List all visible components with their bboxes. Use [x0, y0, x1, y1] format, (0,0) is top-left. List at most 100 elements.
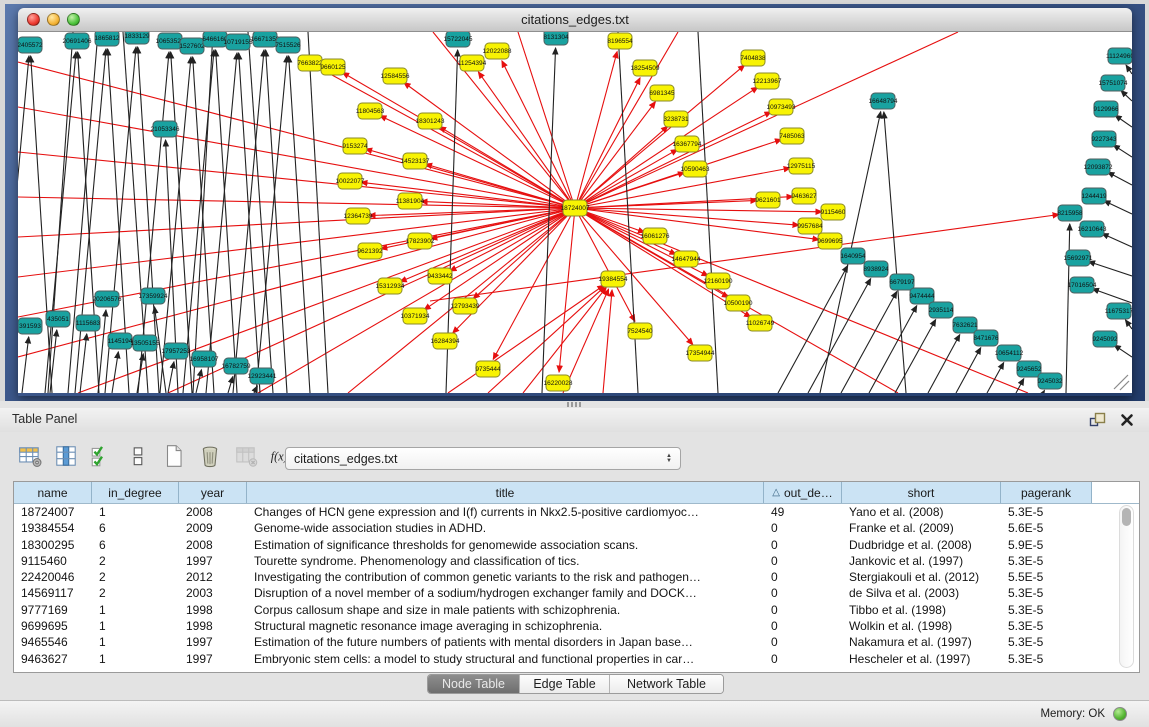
graph-node[interactable]: 17354944: [686, 345, 715, 361]
graph-node[interactable]: 9153274: [342, 138, 368, 154]
graph-node[interactable]: 9245092: [1092, 331, 1118, 347]
graph-node[interactable]: 7663822: [297, 55, 323, 71]
graph-node[interactable]: 12923441: [248, 368, 277, 384]
minimize-window-button[interactable]: [47, 13, 60, 26]
graph-node[interactable]: 1833129: [124, 32, 150, 44]
delete-table-icon[interactable]: [196, 442, 224, 470]
graph-node[interactable]: 12364739: [344, 208, 373, 224]
table-scrollbar-thumb[interactable]: [1122, 508, 1131, 526]
column-header-year[interactable]: year: [179, 482, 247, 503]
graph-node[interactable]: 10654112: [995, 345, 1024, 361]
graph-node[interactable]: 10590463: [681, 161, 710, 177]
graph-node[interactable]: 9115460: [821, 204, 846, 220]
graph-node[interactable]: 13505155: [131, 335, 160, 351]
graph-node[interactable]: 12584556: [381, 68, 410, 84]
graph-node[interactable]: 9463627: [791, 188, 817, 204]
graph-node[interactable]: 11381904: [396, 193, 425, 209]
graph-node[interactable]: 9660125: [320, 59, 346, 75]
graph-node[interactable]: 9227343: [1091, 131, 1117, 147]
graph-node[interactable]: 16367794: [673, 136, 702, 152]
graph-node[interactable]: 21053346: [151, 121, 180, 137]
table-row[interactable]: 946554611997Estimation of the future num…: [14, 634, 1139, 650]
graph-node[interactable]: 9957684: [797, 218, 823, 234]
tab-node-table[interactable]: Node Table: [428, 675, 520, 693]
graph-node[interactable]: 18254509: [631, 60, 660, 76]
graph-node[interactable]: 9245032: [1037, 373, 1063, 389]
graph-node[interactable]: 9129966: [1093, 101, 1119, 117]
graph-node[interactable]: 7515526: [275, 37, 301, 53]
graph-node[interactable]: 15692971: [1064, 250, 1093, 266]
graph-node[interactable]: 2935114: [929, 302, 954, 318]
tab-network-table[interactable]: Network Table: [610, 675, 723, 693]
graph-node[interactable]: 10371934: [401, 308, 430, 324]
table-select-dropdown[interactable]: citations_edges.txt ▲▼: [285, 447, 681, 470]
graph-node[interactable]: 16284394: [431, 333, 460, 349]
graph-node[interactable]: 14523137: [401, 153, 430, 169]
graph-node[interactable]: 8196554: [607, 33, 633, 49]
graph-node[interactable]: 9433442: [427, 268, 453, 284]
column-header-title[interactable]: title: [247, 482, 764, 503]
graph-node[interactable]: 7404838: [740, 50, 766, 66]
show-hide-column-icon[interactable]: [52, 442, 80, 470]
graph-node[interactable]: 8471676: [973, 330, 999, 346]
graph-node[interactable]: 1115683: [76, 315, 101, 331]
graph-node[interactable]: 15751074: [1099, 75, 1128, 91]
graph-node[interactable]: 1145194: [108, 333, 133, 349]
table-row[interactable]: 969969511998Structural magnetic resonanc…: [14, 618, 1139, 634]
graph-node[interactable]: 18724007: [561, 200, 590, 216]
panel-divider[interactable]: [0, 401, 1149, 408]
row-height-icon[interactable]: [124, 442, 152, 470]
graph-node[interactable]: 16210643: [1078, 221, 1107, 237]
memory-ok-indicator[interactable]: [1113, 707, 1127, 721]
graph-node[interactable]: 2405572: [18, 37, 43, 53]
graph-node[interactable]: 9735444: [475, 361, 501, 377]
create-new-table-icon[interactable]: [160, 442, 188, 470]
graph-node[interactable]: 10500190: [724, 295, 753, 311]
graph-node[interactable]: 391593: [18, 318, 42, 334]
graph-node[interactable]: 11124960: [1106, 48, 1132, 64]
graph-node[interactable]: 11675317: [1105, 303, 1132, 319]
graph-node[interactable]: 17359924: [139, 288, 168, 304]
graph-node[interactable]: 435051: [46, 311, 70, 327]
graph-node[interactable]: 7524540: [627, 323, 653, 339]
table-row[interactable]: 1872400712008Changes of HCN gene express…: [14, 504, 1139, 520]
zoom-window-button[interactable]: [67, 13, 80, 26]
column-header-name[interactable]: name: [14, 482, 92, 503]
graph-node[interactable]: 1244419: [1081, 188, 1107, 204]
graph-node[interactable]: 1865812: [94, 32, 120, 46]
table-options-icon[interactable]: [16, 442, 44, 470]
close-panel-icon[interactable]: [1119, 412, 1135, 428]
graph-node[interactable]: 12793439: [451, 298, 480, 314]
divider-grip-icon[interactable]: [567, 402, 581, 407]
graph-node[interactable]: 9621601: [755, 192, 781, 208]
column-header-out_degree[interactable]: △out_de…: [764, 482, 842, 503]
table-row[interactable]: 946362711997Embryonic stem cells: a mode…: [14, 651, 1139, 667]
graph-node[interactable]: 3238731: [663, 111, 689, 127]
graph-node[interactable]: 14647944: [672, 251, 701, 267]
graph-node[interactable]: 16648794: [869, 93, 898, 109]
float-panel-icon[interactable]: [1089, 412, 1107, 428]
graph-node[interactable]: 16782759: [222, 358, 251, 374]
column-header-pagerank[interactable]: pagerank: [1001, 482, 1092, 503]
graph-node[interactable]: 9474444: [909, 288, 935, 304]
select-columns-icon[interactable]: [88, 442, 116, 470]
graph-node[interactable]: 9621392: [357, 243, 383, 259]
graph-node[interactable]: 15722045: [444, 32, 473, 47]
graph-node[interactable]: 8938924: [863, 261, 889, 277]
close-window-button[interactable]: [27, 13, 40, 26]
graph-node[interactable]: 7632621: [952, 317, 978, 333]
graph-node[interactable]: 12160190: [704, 273, 733, 289]
graph-node[interactable]: 16061276: [641, 228, 670, 244]
graph-node[interactable]: 12975115: [787, 158, 816, 174]
graph-node[interactable]: 11026749: [746, 315, 775, 331]
canvas-resize-grip[interactable]: [1114, 375, 1129, 390]
table-row[interactable]: 2242004622012Investigating the contribut…: [14, 569, 1139, 585]
graph-node[interactable]: 16958107: [190, 351, 219, 367]
graph-node[interactable]: 12022088: [483, 43, 512, 59]
tab-edge-table[interactable]: Edge Table: [520, 675, 610, 693]
graph-node[interactable]: 19384554: [599, 271, 628, 287]
table-scrollbar[interactable]: [1119, 505, 1134, 668]
table-row[interactable]: 977716911998Corpus callosum shape and si…: [14, 602, 1139, 618]
network-window-titlebar[interactable]: citations_edges.txt: [18, 8, 1132, 32]
graph-node[interactable]: 16220028: [544, 375, 573, 391]
